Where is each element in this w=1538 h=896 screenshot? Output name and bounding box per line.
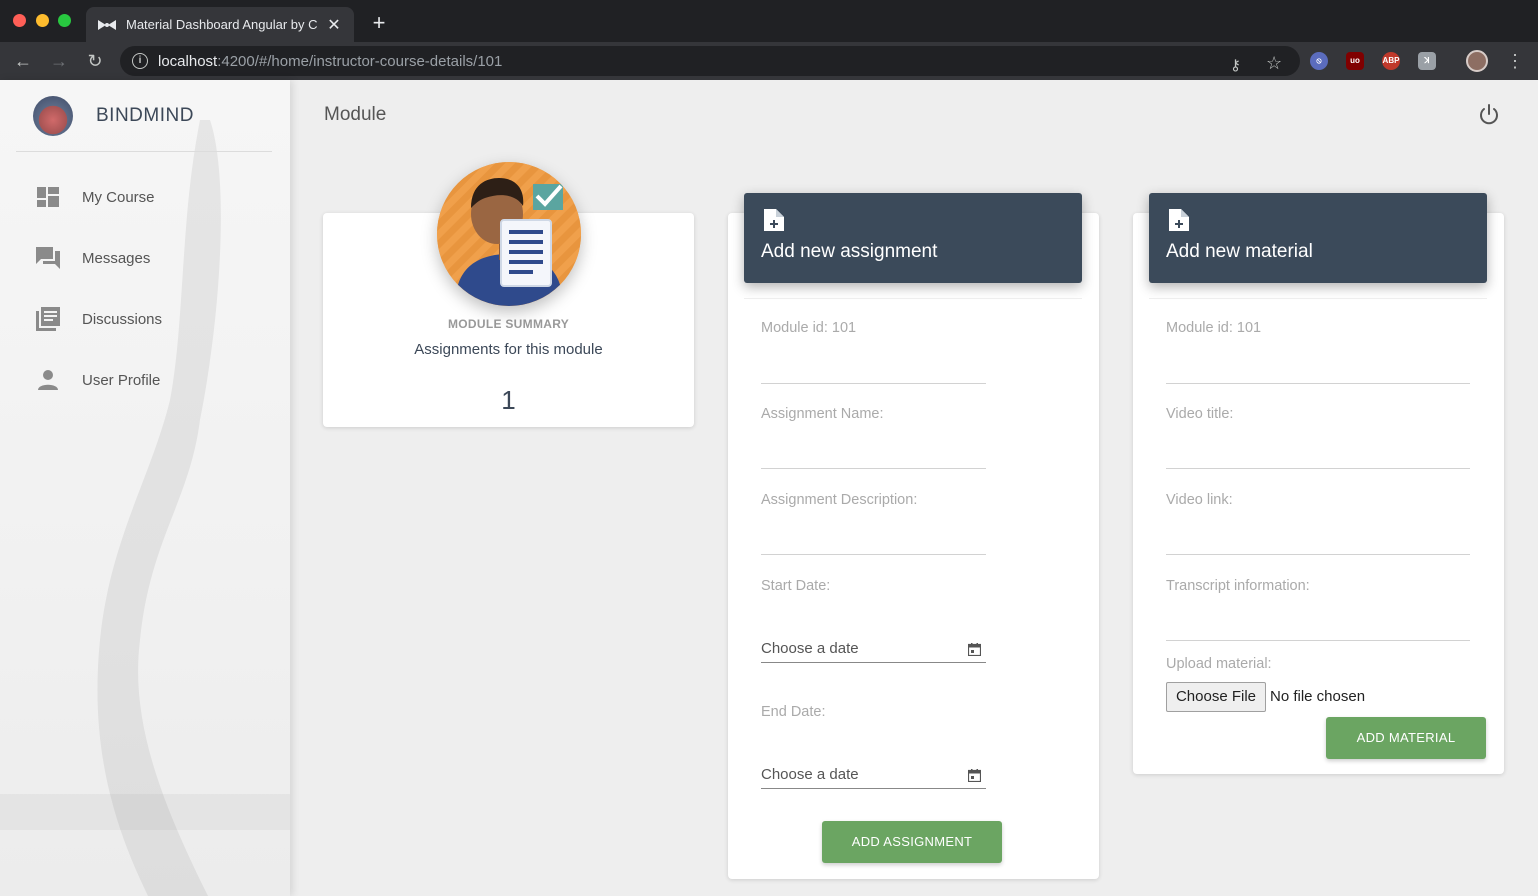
assignment-description-label: Assignment Description: (761, 492, 918, 508)
start-date-input[interactable]: Choose a date (761, 640, 859, 657)
sidebar-item-messages[interactable]: Messages (36, 238, 276, 278)
upload-material-label: Upload material: (1166, 656, 1272, 672)
library-books-icon (36, 307, 60, 331)
video-link-label: Video link: (1166, 492, 1233, 508)
calendar-icon[interactable] (968, 643, 981, 656)
material-card-header: Add new material (1149, 193, 1487, 283)
assignment-name-label: Assignment Name: (761, 406, 884, 422)
person-icon (36, 368, 60, 392)
blocker-extension-icon[interactable]: ⦸ (1310, 52, 1328, 70)
transcript-label: Transcript information: (1166, 578, 1310, 594)
tab-close-icon[interactable]: ✕ (326, 15, 342, 35)
sidebar-item-label: Messages (82, 249, 151, 267)
chrome-menu-icon[interactable]: ⋮ (1506, 50, 1524, 72)
add-material-button[interactable]: ADD MATERIAL (1326, 717, 1486, 759)
key-icon[interactable]: ⚷ (1230, 56, 1241, 74)
header-divider (1149, 298, 1487, 299)
file-status-text: No file chosen (1270, 688, 1366, 705)
header-divider (744, 298, 1082, 299)
assignment-description-input[interactable] (761, 554, 986, 555)
assignment-module-id: Module id: 101 (761, 320, 857, 336)
url-host: localhost (158, 52, 218, 70)
start-date-underline (761, 662, 986, 663)
note-add-icon (1169, 209, 1189, 231)
assignment-card-title: Add new assignment (761, 241, 938, 262)
choose-file-button[interactable]: Choose File (1166, 682, 1266, 712)
url-path: :4200/#/home/instructor-course-details/1… (217, 52, 503, 70)
assignment-card-header: Add new assignment (744, 193, 1082, 283)
summary-description: Assignments for this module (414, 341, 603, 358)
calendar-icon[interactable] (968, 769, 981, 782)
sidebar-item-user-profile[interactable]: User Profile (36, 360, 276, 400)
back-arrow-icon[interactable]: ← (12, 50, 34, 72)
extension-icon[interactable]: ꓘ (1418, 52, 1436, 70)
video-title-label: Video title: (1166, 406, 1234, 422)
module-id-field[interactable] (761, 383, 986, 384)
note-add-icon (764, 209, 784, 231)
sidebar: BINDMIND My Course Messages Discussions … (0, 80, 290, 896)
sidebar-item-label: Discussions (82, 310, 163, 328)
video-link-input[interactable] (1166, 554, 1470, 555)
brand[interactable]: BINDMIND (16, 80, 272, 152)
sidebar-item-label: My Course (82, 188, 155, 206)
sidebar-item-my-course[interactable]: My Course (36, 177, 276, 217)
profile-avatar-icon[interactable] (1466, 50, 1488, 72)
bowtie-favicon-icon (98, 19, 116, 30)
start-date-label: Start Date: (761, 578, 831, 594)
summary-category: MODULE SUMMARY (447, 317, 570, 331)
sidebar-item-discussions[interactable]: Discussions (36, 299, 276, 339)
sidebar-band (0, 794, 290, 830)
browser-titlebar: Material Dashboard Angular by C ✕ + (0, 0, 1538, 42)
site-info-icon[interactable]: i (132, 53, 148, 69)
brand-logo-icon (33, 96, 73, 136)
adblock-extension-icon[interactable]: ABP (1382, 52, 1400, 70)
assignment-name-input[interactable] (761, 468, 986, 469)
sidebar-item-label: User Profile (82, 371, 161, 389)
brand-name: BINDMIND (96, 105, 194, 126)
page-title: Module (324, 104, 387, 125)
browser-tab[interactable]: Material Dashboard Angular by C ✕ (86, 7, 354, 42)
end-date-input[interactable]: Choose a date (761, 766, 859, 783)
add-assignment-button[interactable]: ADD ASSIGNMENT (822, 821, 1002, 863)
video-title-input[interactable] (1166, 468, 1470, 469)
new-tab-icon[interactable]: + (370, 12, 388, 34)
tab-title: Material Dashboard Angular by C (126, 17, 318, 32)
end-date-label: End Date: (761, 704, 826, 720)
chat-icon (36, 246, 60, 270)
transcript-input[interactable] (1166, 640, 1470, 641)
minimize-window-button[interactable] (36, 14, 49, 27)
material-card-title: Add new material (1166, 241, 1313, 262)
instructor-avatar-image (437, 162, 581, 306)
bookmark-star-icon[interactable]: ☆ (1266, 53, 1282, 74)
browser-toolbar: ← → ↻ i localhost:4200/#/home/instructor… (0, 42, 1538, 80)
material-module-id: Module id: 101 (1166, 320, 1262, 336)
maximize-window-button[interactable] (58, 14, 71, 27)
close-window-button[interactable] (13, 14, 26, 27)
forward-arrow-icon[interactable]: → (48, 50, 70, 72)
dashboard-icon (36, 185, 60, 209)
power-icon[interactable] (1478, 104, 1500, 126)
assignment-count: 1 (501, 385, 516, 415)
reload-icon[interactable]: ↻ (84, 50, 106, 72)
address-bar[interactable]: i localhost:4200/#/home/instructor-cours… (120, 46, 1300, 76)
end-date-underline (761, 788, 986, 789)
app-container: BINDMIND My Course Messages Discussions … (0, 80, 1538, 896)
module-id-field[interactable] (1166, 383, 1470, 384)
ublock-extension-icon[interactable]: uo (1346, 52, 1364, 70)
sidebar-background-image (97, 120, 221, 896)
